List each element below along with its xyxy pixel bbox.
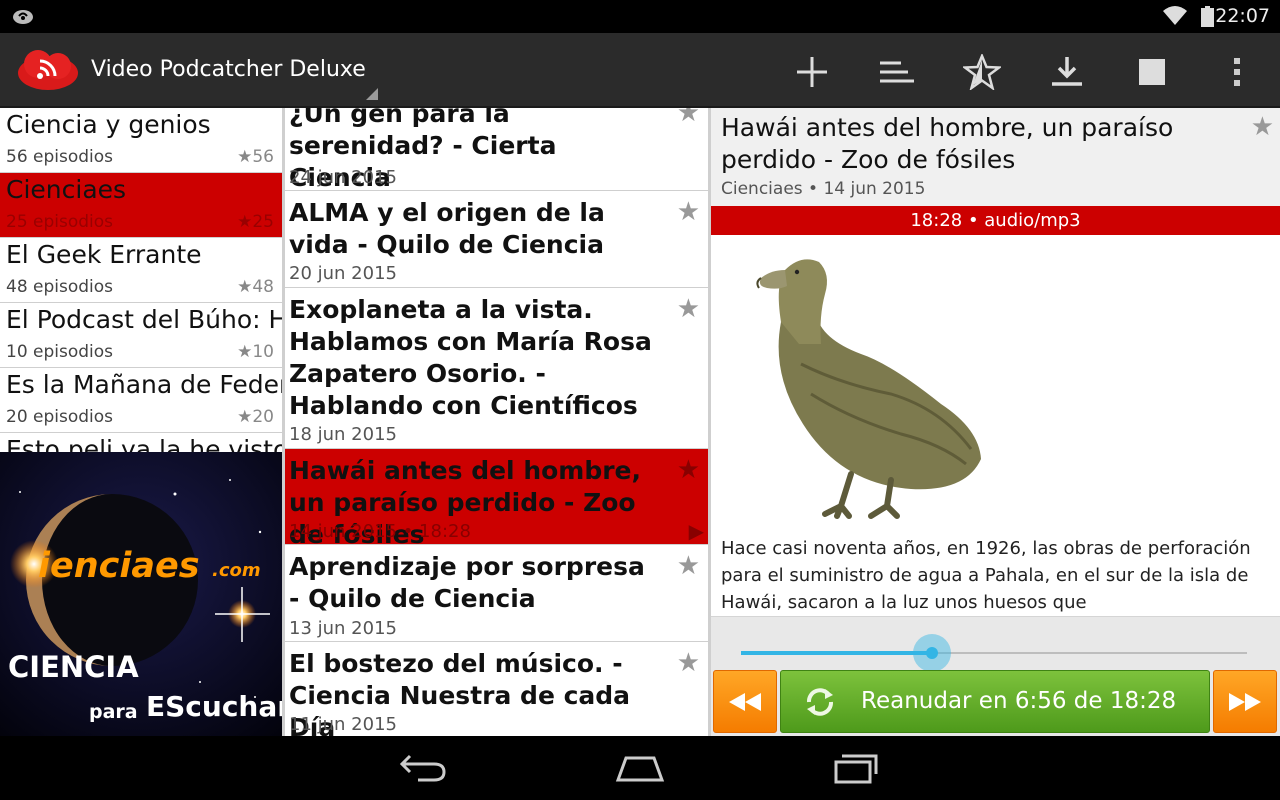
rewind-icon [729, 692, 761, 711]
seek-progress [741, 651, 932, 655]
stop-button[interactable] [1130, 50, 1174, 94]
episode-image [756, 259, 981, 519]
resume-button[interactable]: Reanudar en 6:56 de 18:28 [780, 670, 1210, 733]
back-icon[interactable] [398, 750, 448, 784]
episode-item[interactable]: ¿Un gen para la serenidad? - Cierta Cien… [285, 108, 708, 192]
home-icon[interactable] [614, 750, 666, 784]
episode-item[interactable]: ALMA y el origen de la vida - Quilo de C… [285, 191, 708, 288]
star-icon[interactable]: ★ [677, 197, 700, 227]
app-logo-icon[interactable] [16, 46, 80, 92]
star-icon[interactable]: ★ [677, 648, 700, 678]
sort-icon [880, 61, 914, 83]
artwork-escuchar-text: EScuchar [146, 690, 282, 723]
detail-subtitle: Cienciaes • 14 jun 2015 [721, 179, 926, 199]
app-title[interactable]: Video Podcatcher Deluxe [91, 57, 366, 82]
episode-item-selected[interactable]: Hawái antes del hombre, un paraíso perdi… [285, 449, 708, 549]
artwork-para-text: para [89, 701, 138, 723]
player-controls: Reanudar en 6:56 de 18:28 [711, 616, 1280, 736]
refresh-icon [807, 688, 833, 716]
podcast-name: El Podcast del Búho: H [6, 305, 282, 334]
podcast-artwork: ienciaes .com CIENCIA para EScuchar [0, 452, 282, 736]
episode-description: Hace casi noventa años, en 1926, las obr… [721, 538, 1251, 613]
favorites-button[interactable] [960, 50, 1004, 94]
rewind-button[interactable] [713, 670, 777, 733]
add-icon [797, 57, 827, 87]
episode-item[interactable]: El bostezo del músico. - Ciencia Nuestra… [285, 642, 708, 736]
star-icon[interactable]: ★ [677, 294, 700, 324]
detail-title: Hawái antes del hombre, un paraíso perdi… [721, 113, 1174, 174]
episode-list: ¿Un gen para la serenidad? - Cierta Cien… [285, 108, 708, 736]
episode-item[interactable]: Aprendizaje por sorpresa - Quilo de Cien… [285, 545, 708, 642]
clock: 22:07 [1215, 5, 1270, 27]
podcast-item[interactable]: El Podcast del Búho: H 10 episodios ★10 [0, 303, 282, 368]
starred-count: ★48 [237, 277, 274, 297]
download-icon [1052, 57, 1082, 86]
episode-item[interactable]: Exoplaneta a la vista. Hablamos con Marí… [285, 288, 708, 449]
resume-label: Reanudar en 6:56 de 18:28 [861, 688, 1177, 714]
star-icon[interactable]: ★ [677, 551, 700, 581]
fast-forward-icon [1229, 692, 1261, 711]
episode-count: 56 episodios [6, 147, 114, 167]
star-burst-icon [963, 54, 1001, 90]
detail-header: Hawái antes del hombre, un paraíso perdi… [711, 108, 1280, 206]
episode-count: 25 episodios [6, 212, 114, 232]
episode-date: 18 jun 2015 [289, 424, 397, 445]
sort-button[interactable] [875, 50, 919, 94]
episode-title: ALMA y el origen de la vida - Quilo de C… [289, 198, 605, 259]
podcast-item-selected[interactable]: Cienciaes 25 episodios ★25 [0, 173, 282, 238]
now-playing-icon: ▶ [688, 519, 704, 543]
episode-date: 11 jun 2015 [289, 714, 397, 735]
notification-icon [13, 10, 33, 24]
starred-count: ★20 [237, 407, 274, 427]
episode-detail: Hawái antes del hombre, un paraíso perdi… [711, 108, 1280, 736]
episode-count: 10 episodios [6, 342, 114, 362]
podcast-name: Es la Mañana de Feder [6, 370, 282, 399]
overflow-menu-button[interactable] [1215, 50, 1259, 94]
starred-count: ★56 [237, 147, 274, 167]
fast-forward-button[interactable] [1213, 670, 1277, 733]
star-icon[interactable]: ★ [677, 108, 700, 128]
episode-date: 20 jun 2015 [289, 263, 397, 284]
star-icon[interactable]: ★ [677, 455, 700, 485]
podcast-item[interactable]: El Geek Errante 48 episodios ★48 [0, 238, 282, 303]
podcast-name: Ciencia y genios [6, 110, 211, 139]
podcast-item[interactable]: Es la Mañana de Feder 20 episodios ★20 [0, 368, 282, 433]
download-button[interactable] [1045, 50, 1089, 94]
action-bar: Video Podcatcher Deluxe [0, 33, 1280, 108]
star-icon[interactable]: ★ [1251, 112, 1274, 142]
starred-count: ★25 [237, 212, 274, 232]
navigation-bar [0, 736, 1280, 800]
seek-thumb[interactable] [912, 634, 951, 672]
episode-date: 24 jun 2015 [289, 167, 397, 188]
battery-icon [1201, 6, 1214, 27]
spinner-indicator [366, 88, 378, 100]
recents-icon[interactable] [832, 750, 882, 784]
stop-icon [1139, 59, 1165, 85]
podcast-name: Cienciaes [6, 175, 127, 204]
episode-title: Aprendizaje por sorpresa - Quilo de Cien… [289, 552, 645, 613]
episode-title: Exoplaneta a la vista. Hablamos con Marí… [289, 295, 652, 420]
podcast-name: El Geek Errante [6, 240, 202, 269]
status-bar: 22:07 [0, 0, 1280, 33]
artwork-domain-text: .com [212, 560, 261, 581]
add-button[interactable] [790, 50, 834, 94]
starred-count: ★10 [237, 342, 274, 362]
podcast-item[interactable]: Ciencia y genios 56 episodios ★56 [0, 108, 282, 173]
artwork-brand-text: ienciaes [38, 546, 200, 586]
episode-count: 48 episodios [6, 277, 114, 297]
episode-date: 14 jun 2015 • 18:28 [289, 521, 471, 542]
media-info-bar: 18:28 • audio/mp3 [711, 206, 1280, 235]
overflow-menu-icon [1234, 58, 1240, 86]
artwork-ciencia-text: CIENCIA [8, 650, 139, 684]
episode-date: 13 jun 2015 [289, 618, 397, 639]
wifi-icon [1163, 6, 1187, 25]
episode-count: 20 episodios [6, 407, 114, 427]
